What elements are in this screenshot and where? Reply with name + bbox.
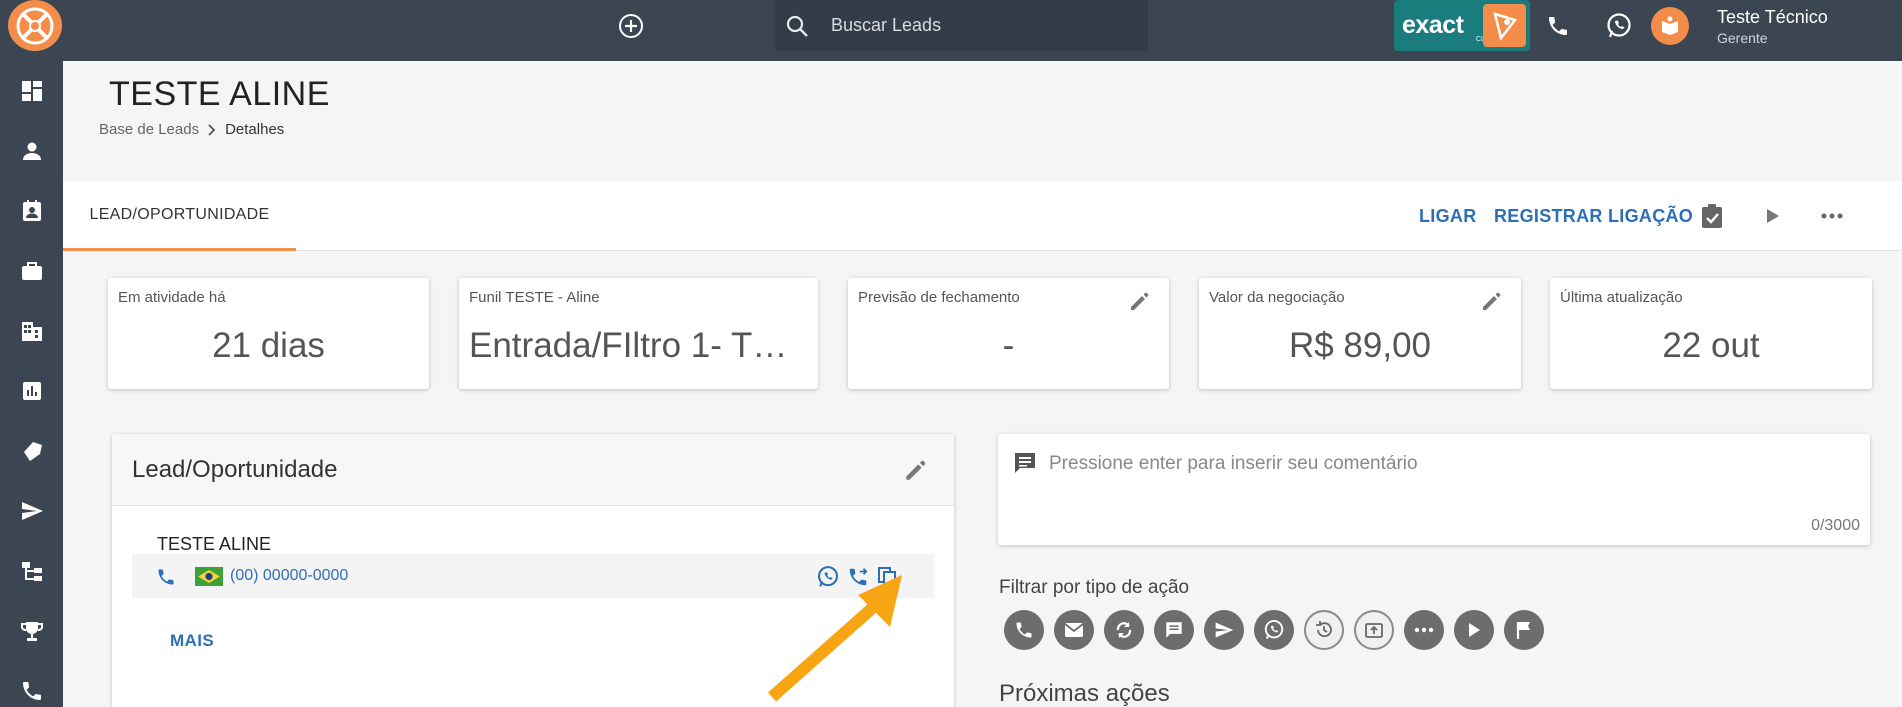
card-label: Última atualização bbox=[1560, 289, 1683, 306]
breadcrumb-current: Detalhes bbox=[225, 121, 285, 138]
card-valor-negociacao: Valor da negociação R$ 89,00 bbox=[1199, 278, 1521, 389]
search-input[interactable]: Buscar Leads bbox=[831, 15, 941, 36]
top-bar: Buscar Leads exact CLUB Teste Técnico Ge… bbox=[0, 0, 1902, 61]
sidebar bbox=[0, 61, 63, 707]
filter-icon-row bbox=[1004, 610, 1554, 650]
card-funil[interactable]: Funil TESTE - Aline Entrada/FIltro 1- TE… bbox=[459, 278, 818, 389]
exact-brand: exact bbox=[1402, 11, 1464, 39]
card-label: Previsão de fechamento bbox=[858, 289, 1020, 306]
comment-icon bbox=[1010, 448, 1040, 478]
exact-club-badge[interactable]: exact CLUB bbox=[1394, 0, 1530, 51]
filter-label: Filtrar por tipo de ação bbox=[999, 577, 1190, 598]
play-icon[interactable] bbox=[1757, 201, 1787, 231]
app-logo[interactable] bbox=[8, 0, 62, 51]
character-counter: 0/3000 bbox=[1811, 517, 1860, 534]
user-menu[interactable]: Teste Técnico Gerente bbox=[1717, 7, 1828, 46]
phone-number-link[interactable]: (00) 00000-0000 bbox=[230, 567, 348, 585]
lead-panel-title: Lead/Oportunidade bbox=[132, 456, 338, 483]
card-value: R$ 89,00 bbox=[1288, 326, 1432, 365]
filter-email-icon[interactable] bbox=[1054, 610, 1094, 650]
card-em-atividade: Em atividade há 21 dias bbox=[108, 278, 429, 389]
card-value: 22 out bbox=[1662, 326, 1760, 365]
next-actions-title: Próximas ações bbox=[999, 680, 1170, 707]
search-bar[interactable]: Buscar Leads bbox=[775, 0, 1148, 51]
phone-icon bbox=[154, 565, 178, 589]
building-icon[interactable] bbox=[18, 317, 46, 345]
filter-sync-icon[interactable] bbox=[1104, 610, 1144, 650]
search-icon bbox=[785, 14, 815, 38]
card-label: Funil TESTE - Aline bbox=[469, 289, 600, 306]
send-icon[interactable] bbox=[18, 497, 46, 525]
hand-icon bbox=[1483, 4, 1526, 47]
mais-button[interactable]: MAIS bbox=[170, 631, 214, 651]
page-title: TESTE ALINE bbox=[109, 75, 330, 113]
tag-icon[interactable] bbox=[18, 437, 46, 465]
tab-bar: LEAD/OPORTUNIDADE LIGAR REGISTRAR LIGAÇÃ… bbox=[63, 181, 1902, 251]
dashboard-icon[interactable] bbox=[18, 77, 46, 105]
chevron-right-icon bbox=[207, 123, 217, 136]
task-check-icon[interactable] bbox=[1697, 201, 1727, 231]
add-circle-icon[interactable] bbox=[616, 11, 646, 41]
filter-flag-icon[interactable] bbox=[1504, 610, 1544, 650]
phone-icon[interactable] bbox=[18, 677, 46, 705]
phone-icon[interactable] bbox=[1543, 11, 1573, 41]
filter-whatsapp-icon[interactable] bbox=[1254, 610, 1294, 650]
filter-send-icon[interactable] bbox=[1204, 610, 1244, 650]
breadcrumb-parent[interactable]: Base de Leads bbox=[99, 121, 199, 138]
lead-panel-header: Lead/Oportunidade bbox=[112, 434, 954, 506]
user-name: Teste Técnico bbox=[1717, 7, 1828, 27]
annotation-arrow bbox=[768, 575, 902, 702]
card-previsao-fechamento: Previsão de fechamento - bbox=[848, 278, 1169, 389]
card-value: 21 dias bbox=[212, 326, 325, 365]
lead-name: TESTE ALINE bbox=[157, 534, 272, 554]
trophy-icon[interactable] bbox=[18, 617, 46, 645]
report-icon[interactable] bbox=[18, 377, 46, 405]
card-ultima-atualizacao: Última atualização 22 out bbox=[1550, 278, 1872, 389]
edit-pencil-icon[interactable] bbox=[1125, 288, 1153, 316]
filter-more-icon[interactable] bbox=[1404, 610, 1444, 650]
card-value: Entrada/FIltro 1- TESTE bbox=[469, 326, 818, 365]
comment-input[interactable]: Pressione enter para inserir seu comentá… bbox=[1049, 453, 1418, 475]
edit-pencil-icon[interactable] bbox=[1477, 288, 1505, 316]
card-value: - bbox=[1002, 326, 1015, 365]
registrar-ligacao-button[interactable]: REGISTRAR LIGAÇÃO bbox=[1494, 181, 1693, 251]
filter-chat-icon[interactable] bbox=[1154, 610, 1194, 650]
education-icon[interactable] bbox=[1651, 7, 1689, 45]
contact-card-icon[interactable] bbox=[18, 197, 46, 225]
tab-lead-oportunidade[interactable]: LEAD/OPORTUNIDADE bbox=[63, 181, 296, 251]
filter-history-icon[interactable] bbox=[1304, 610, 1344, 650]
breadcrumb: Base de Leads Detalhes bbox=[99, 121, 284, 138]
whatsapp-icon[interactable] bbox=[1603, 10, 1635, 42]
filter-play-icon[interactable] bbox=[1454, 610, 1494, 650]
logo-icon bbox=[16, 7, 54, 44]
edit-pencil-icon[interactable] bbox=[900, 456, 930, 486]
briefcase-icon[interactable] bbox=[18, 257, 46, 285]
card-label: Em atividade há bbox=[118, 289, 226, 306]
filter-phone-icon[interactable] bbox=[1004, 610, 1044, 650]
comment-box[interactable]: Pressione enter para inserir seu comentá… bbox=[998, 434, 1870, 545]
user-role: Gerente bbox=[1717, 30, 1768, 46]
person-icon[interactable] bbox=[18, 137, 46, 165]
ligar-button[interactable]: LIGAR bbox=[1419, 181, 1477, 251]
filter-upload-icon[interactable] bbox=[1354, 610, 1394, 650]
more-horizontal-icon[interactable] bbox=[1817, 201, 1847, 231]
hierarchy-icon[interactable] bbox=[18, 557, 46, 585]
card-label: Valor da negociação bbox=[1209, 289, 1345, 306]
brazil-flag-icon bbox=[195, 567, 223, 586]
